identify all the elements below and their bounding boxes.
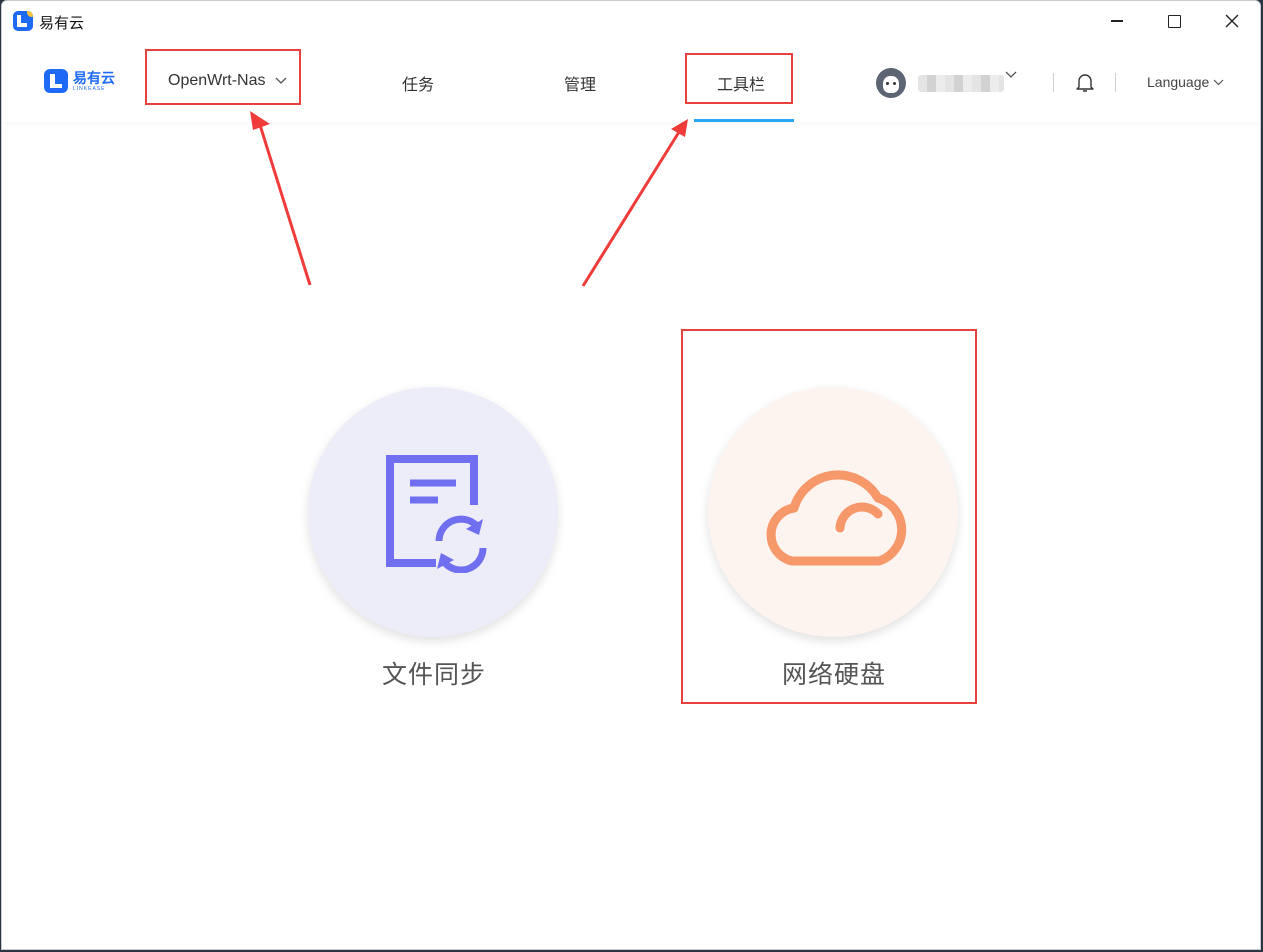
arrow-head [671,119,688,137]
app-window: 易有云 易有云 LINKEASE OpenWrt-Nas 任务 管理 工具栏 L… [1,0,1261,950]
arrow-head [250,111,270,130]
annotation-arrows [250,111,688,287]
